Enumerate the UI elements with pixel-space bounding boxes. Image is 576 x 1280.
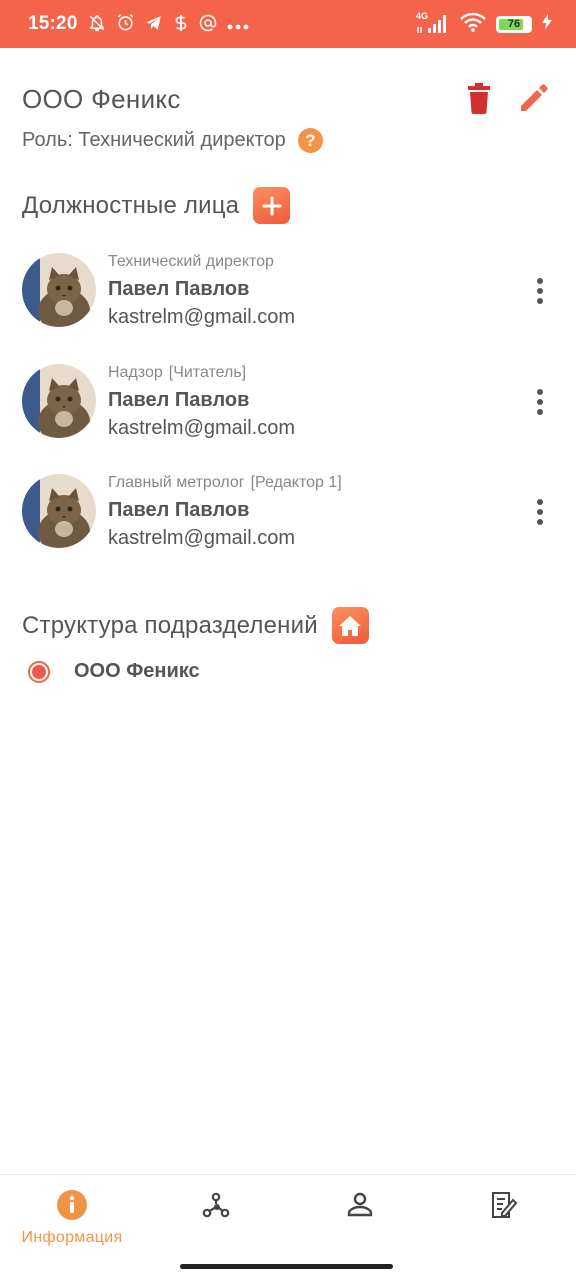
document-edit-icon (492, 1192, 518, 1218)
official-email: kastrelm@gmail.com (108, 417, 296, 439)
official-row[interactable]: Технический директор Павел Павлов kastre… (22, 253, 554, 343)
role-line: Роль: Технический директор ? (22, 128, 323, 153)
more-options-icon[interactable] (530, 275, 550, 307)
home-icon (339, 615, 362, 636)
home-indicator (180, 1264, 393, 1269)
officials-header: Должностные лица (22, 187, 291, 224)
structure-home-button[interactable] (331, 607, 369, 644)
more-options-icon[interactable] (530, 496, 550, 528)
person-icon (347, 1192, 373, 1217)
nav-structure[interactable] (144, 1189, 288, 1253)
edit-button[interactable] (518, 82, 550, 114)
plus-icon (262, 196, 282, 215)
position-label: Главный метролог (108, 474, 245, 491)
nav-info-label: Информация (21, 1229, 123, 1246)
nav-documents[interactable] (432, 1189, 576, 1253)
charging-icon (542, 13, 552, 35)
nav-info[interactable]: Информация (0, 1189, 144, 1253)
radio-selected-icon[interactable] (28, 660, 50, 683)
structure-header: Структура подразделений (22, 607, 369, 644)
pencil-icon (521, 84, 548, 111)
alarm-icon (116, 13, 135, 35)
officials-title: Должностные лица (22, 191, 240, 219)
official-position: Надзор [Читатель] (108, 364, 246, 382)
info-icon (57, 1190, 87, 1220)
official-name: Павел Павлов (108, 278, 250, 300)
signal-icon: 4G (416, 11, 450, 35)
network-icon (202, 1192, 230, 1218)
official-name: Павел Павлов (108, 389, 250, 411)
trash-icon (468, 83, 490, 114)
access-tag: [Читатель] (168, 364, 247, 381)
battery-icon: 76 (496, 15, 532, 33)
avatar (22, 364, 96, 438)
system-icons: 4G 76 (416, 11, 552, 37)
wifi-icon (460, 12, 486, 37)
structure-title: Структура подразделений (22, 611, 318, 639)
structure-item[interactable]: ООО Феникс (28, 660, 200, 683)
battery-level: 76 (507, 18, 521, 30)
more-options-icon[interactable] (530, 386, 550, 418)
role-text: Роль: Технический директор (22, 129, 286, 151)
help-button[interactable]: ? (297, 128, 323, 153)
page-title: ООО Феникс (22, 84, 181, 114)
access-tag: [Редактор 1] (250, 474, 342, 491)
header: ООО Феникс (22, 80, 554, 120)
official-name: Павел Павлов (108, 499, 250, 521)
official-row[interactable]: Главный метролог [Редактор 1] Павел Павло… (22, 474, 554, 564)
official-email: kastrelm@gmail.com (108, 306, 296, 328)
official-row[interactable]: Надзор [Читатель] Павел Павлов kastrelm@g… (22, 364, 554, 454)
add-official-button[interactable] (253, 187, 291, 224)
official-email: kastrelm@gmail.com (108, 527, 296, 549)
app-icon (173, 14, 189, 35)
at-icon (199, 14, 217, 35)
avatar (22, 474, 96, 548)
notification-icons (88, 13, 249, 35)
nav-profile[interactable] (288, 1189, 432, 1253)
position-label: Технический директор (108, 253, 274, 270)
delete-button[interactable] (466, 82, 492, 114)
telegram-icon (145, 14, 163, 35)
official-position: Главный метролог [Редактор 1] (108, 474, 342, 492)
position-label: Надзор (108, 364, 163, 381)
status-bar: 15:20 4G 76 (0, 0, 576, 48)
more-notifications-icon (227, 16, 249, 33)
structure-item-label: ООО Феникс (74, 660, 200, 682)
official-position: Технический директор (108, 253, 280, 271)
avatar (22, 253, 96, 327)
bell-off-icon (88, 14, 106, 35)
status-time: 15:20 (28, 13, 78, 34)
